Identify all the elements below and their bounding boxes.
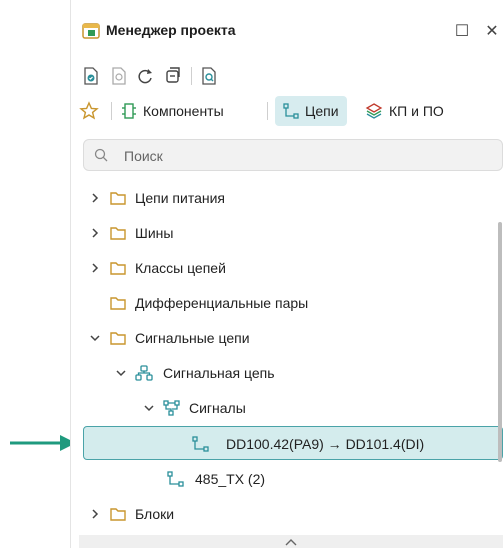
tab-components[interactable]: Компоненты	[121, 96, 224, 126]
chevron-right-icon[interactable]	[89, 227, 101, 239]
folder-icon	[110, 508, 126, 521]
tree-item-signal-net[interactable]: Сигнальная цепь	[71, 356, 491, 390]
chevron-down-icon[interactable]	[89, 332, 101, 344]
folder-icon	[110, 332, 126, 345]
tab-separator	[111, 102, 112, 120]
tree-item-label: 485_TX (2)	[195, 471, 266, 487]
tab-favorites[interactable]	[79, 96, 105, 126]
tree-item-power-nets[interactable]: Цепи питания	[71, 181, 491, 215]
search-input[interactable]	[122, 144, 496, 168]
tree-item-label: Дифференциальные пары	[135, 295, 309, 311]
folder-icon	[110, 192, 126, 205]
tree-item-label: Блоки	[135, 506, 175, 522]
refresh-icon[interactable]	[135, 66, 155, 86]
net-icon	[167, 471, 184, 487]
search-icon	[94, 148, 108, 162]
chevron-right-icon[interactable]	[89, 192, 101, 204]
vertical-scrollbar[interactable]	[498, 222, 502, 462]
maximize-button[interactable]: ☐	[451, 20, 473, 42]
folder-icon	[110, 227, 126, 240]
search-box	[83, 139, 503, 171]
star-icon	[79, 101, 99, 120]
tab-bar: Компоненты Цепи КП и ПО	[71, 94, 504, 128]
toolbar-separator	[191, 67, 192, 85]
tab-nets[interactable]: Цепи	[275, 96, 347, 126]
window-title: Менеджер проекта	[106, 22, 236, 38]
chevron-down-icon[interactable]	[143, 402, 155, 414]
tree-item-label: Сигнальные цепи	[135, 330, 250, 346]
tab-pads-vias[interactable]: КП и ПО	[365, 96, 444, 126]
net-icon	[192, 436, 209, 452]
tree-item-signal-dd100[interactable]: DD100.42(PA9) → DD101.4(DI)	[83, 426, 503, 460]
signals-icon	[163, 400, 180, 416]
search-doc-icon[interactable]	[199, 66, 219, 86]
project-manager-panel: Менеджер проекта ☐ ✕ Компоненты Цепи КП …	[70, 0, 504, 548]
close-button[interactable]: ✕	[481, 20, 503, 42]
tree-item-label: Сигнальная цепь	[163, 365, 275, 381]
scroll-up-bar[interactable]	[79, 535, 503, 548]
tree-item-label: Классы цепей	[135, 260, 226, 276]
tree-item-diff-pairs[interactable]: Дифференциальные пары	[71, 286, 491, 320]
tree-item-blocks[interactable]: Блоки	[71, 497, 491, 531]
layers-icon	[365, 103, 383, 119]
net-icon	[283, 103, 299, 119]
document-preview-icon[interactable]	[109, 66, 129, 86]
tab-nets-label: Цепи	[305, 103, 339, 119]
copy-window-icon[interactable]	[163, 66, 183, 86]
chevron-right-icon[interactable]	[89, 508, 101, 520]
tab-pads-vias-label: КП и ПО	[389, 103, 444, 119]
tree-item-485-tx[interactable]: 485_TX (2)	[71, 462, 491, 496]
tree-item-label: Сигналы	[189, 400, 246, 416]
document-report-icon[interactable]	[81, 66, 101, 86]
tree-item-signal-nets[interactable]: Сигнальные цепи	[71, 321, 491, 355]
tab-components-label: Компоненты	[143, 103, 224, 119]
folder-icon	[110, 262, 126, 275]
project-manager-icon	[82, 23, 100, 39]
tree-item-label: Цепи питания	[135, 190, 226, 206]
toolbar	[71, 62, 504, 90]
component-icon	[122, 103, 136, 119]
tree-item-label: Шины	[135, 225, 174, 241]
title-bar: Менеджер проекта ☐ ✕	[71, 0, 504, 62]
chevron-right-icon[interactable]	[89, 262, 101, 274]
folder-icon	[110, 297, 126, 310]
chevron-up-icon[interactable]	[284, 537, 298, 547]
tree-item-buses[interactable]: Шины	[71, 216, 491, 250]
pointer-arrow-icon	[10, 435, 76, 451]
tree-item-net-classes[interactable]: Классы цепей	[71, 251, 491, 285]
tree-item-signals[interactable]: Сигналы	[71, 391, 491, 425]
tree-item-label: DD100.42(PA9) → DD101.4(DI)	[226, 436, 425, 452]
signal-net-icon	[135, 365, 153, 381]
tab-separator	[267, 102, 268, 120]
chevron-down-icon[interactable]	[115, 367, 127, 379]
